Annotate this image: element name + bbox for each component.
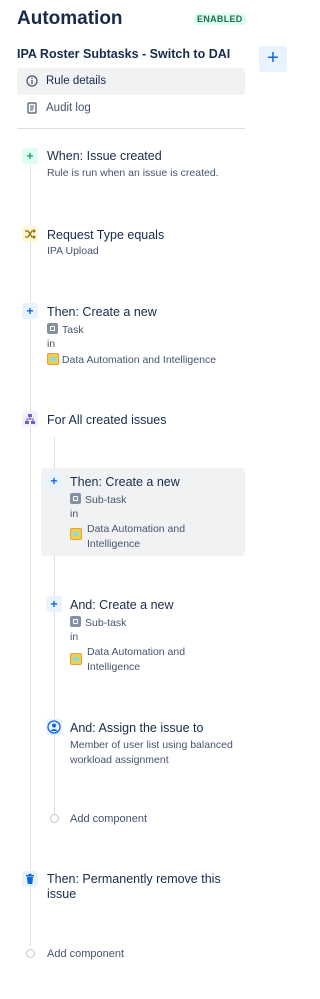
menu-item-label: Audit log (46, 102, 91, 114)
project-icon (70, 653, 82, 665)
assign-title: And: Assign the issue to (70, 721, 204, 735)
in-label: in (47, 338, 56, 350)
project-name: Data Automation and (87, 646, 186, 658)
task-icon (47, 323, 58, 334)
main-connector-line (30, 165, 31, 946)
plus-icon: + (22, 303, 38, 319)
plus-icon: + (46, 473, 62, 489)
remove-title-cont: issue (47, 887, 77, 901)
issue-type: Task (47, 323, 84, 336)
plus-icon: + (46, 596, 62, 612)
shuffle-icon (22, 226, 38, 242)
remove-title: Then: Permanently remove this (47, 872, 221, 886)
in-label: in (70, 631, 79, 643)
plus-icon: + (22, 148, 38, 164)
document-icon (27, 102, 37, 114)
subtask2-title: And: Create a new (70, 598, 174, 612)
subtask-icon (70, 493, 81, 504)
menu-item-label: Rule details (46, 75, 107, 87)
trigger-subtitle: Rule is run when an issue is created. (47, 167, 219, 179)
user-icon (46, 719, 62, 735)
project-name: Data Automation and (87, 523, 186, 535)
assign-subtitle-cont: workload assignment (70, 754, 169, 766)
create-task-title: Then: Create a new (47, 305, 157, 319)
add-dot-icon (50, 814, 59, 823)
branch-title: For All created issues (47, 413, 167, 427)
project-icon (70, 528, 82, 540)
in-label: in (70, 508, 79, 520)
project-name-cont: Intelligence (87, 538, 141, 550)
condition-title: Request Type equals (47, 228, 165, 242)
condition-subtitle: IPA Upload (47, 245, 99, 257)
subtask1-title: Then: Create a new (70, 475, 180, 489)
subtask-icon (70, 616, 81, 627)
menu-item-rule-details[interactable]: Rule details (17, 68, 245, 95)
rule-name: IPA Roster Subtasks - Switch to DAI (17, 47, 231, 61)
issue-type: Sub-task (70, 616, 126, 629)
project-name: Data Automation and Intelligence (47, 353, 216, 366)
branch-icon (22, 411, 38, 427)
page-title: Automation (17, 8, 123, 29)
menu-item-audit-log[interactable]: Audit log (17, 95, 245, 122)
assign-subtitle: Member of user list using balanced (70, 739, 233, 751)
project-icon (47, 353, 59, 365)
divider (17, 128, 245, 129)
add-component-label: Add component (70, 813, 148, 825)
trigger-title: When: Issue created (47, 149, 162, 163)
project-icon-wrap (70, 653, 82, 666)
project-icon-wrap (70, 528, 82, 541)
status-badge: ENABLED (194, 13, 246, 25)
issue-type: Sub-task (70, 493, 126, 506)
add-component-label: Add component (47, 948, 125, 960)
add-button[interactable]: + (259, 46, 287, 72)
add-dot-icon (26, 949, 35, 958)
project-name-cont: Intelligence (87, 661, 141, 673)
trash-icon (22, 871, 38, 887)
info-icon (26, 75, 38, 87)
